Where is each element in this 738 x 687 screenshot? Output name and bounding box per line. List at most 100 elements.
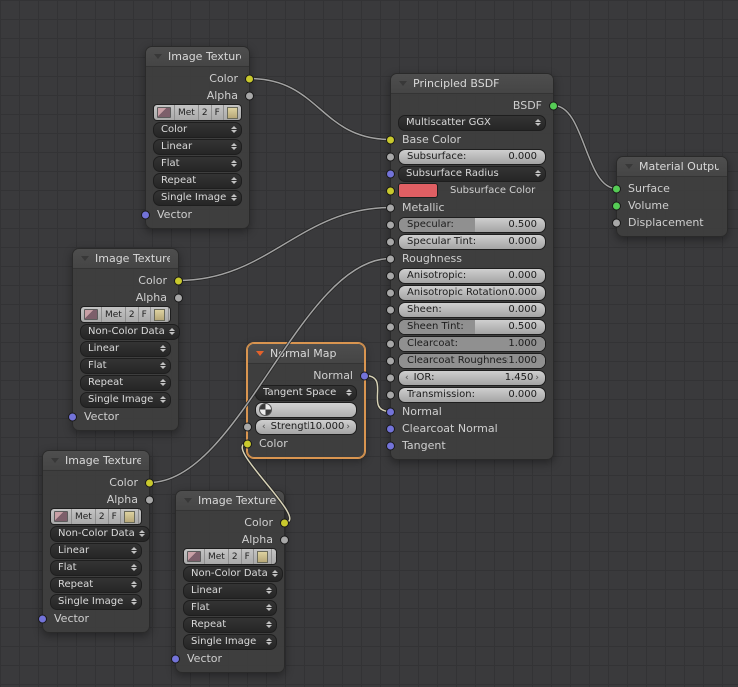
image-name-button[interactable]: Met xyxy=(72,509,96,524)
base-color-input-socket[interactable] xyxy=(386,135,395,144)
surface-input-socket[interactable] xyxy=(612,184,621,193)
metallic-input-socket[interactable] xyxy=(386,203,395,212)
slider-subsurface[interactable]: Subsurface: 0.000 xyxy=(398,148,546,165)
subsurface-color-swatch[interactable] xyxy=(398,183,438,198)
increment-arrow-icon[interactable]: › xyxy=(344,420,352,434)
strength-input-socket[interactable] xyxy=(243,422,252,431)
image-name-button[interactable]: Met xyxy=(102,307,126,322)
dropdown-projection[interactable]: Flat xyxy=(153,155,242,172)
image-fake-user-button[interactable]: F xyxy=(138,307,151,322)
displacement-input-socket[interactable] xyxy=(612,218,621,227)
volume-input-socket[interactable] xyxy=(612,201,621,210)
collapse-triangle-icon[interactable] xyxy=(154,54,162,59)
dropdown-color-space[interactable]: Color xyxy=(153,121,242,138)
alpha-output-socket[interactable] xyxy=(280,535,289,544)
dropdown-color-space[interactable]: Non-Color Data xyxy=(80,323,180,340)
node-principled-bsdf[interactable]: Principled BSDF BSDF Multiscatter GGX Base … xyxy=(386,73,558,460)
dropdown-projection[interactable]: Flat xyxy=(50,559,142,576)
dropdown-projection[interactable]: Flat xyxy=(80,357,171,374)
collapse-triangle-icon[interactable] xyxy=(51,458,59,463)
decrement-arrow-icon[interactable]: ‹ xyxy=(260,420,268,434)
image-name-button[interactable]: Met xyxy=(175,105,199,120)
alpha-output-socket[interactable] xyxy=(174,293,183,302)
node-header[interactable]: Image Texture xyxy=(146,47,249,67)
node-image-texture-4[interactable]: Image Texture Color Alpha Met2F ✕ Non-Color D… xyxy=(171,490,289,673)
vector-input-socket[interactable] xyxy=(38,614,47,623)
image-unlink-button[interactable]: ✕ xyxy=(168,307,170,322)
vector-input-socket[interactable] xyxy=(171,654,180,663)
node-image-texture-3[interactable]: Image Texture Color Alpha Met2F ✕Non-Color D… xyxy=(38,450,154,633)
dropdown-interpolation[interactable]: Linear xyxy=(183,582,277,599)
node-header[interactable]: Normal Map xyxy=(248,344,364,364)
image-fake-user-button[interactable]: F xyxy=(241,549,254,564)
specular-input-socket[interactable] xyxy=(386,220,395,229)
node-image-texture-1[interactable]: Image Texture Color Alpha Met2F✕ Color Linear… xyxy=(141,46,254,229)
collapse-triangle-icon[interactable] xyxy=(399,81,407,86)
dropdown-extension[interactable]: Repeat xyxy=(183,616,277,633)
dropdown-source[interactable]: Single Image xyxy=(50,593,142,610)
node-material-output[interactable]: Material Output Surface Volume Displacement xyxy=(612,156,728,237)
image-new-button[interactable] xyxy=(253,549,272,564)
slider-clearcoat-roughness[interactable]: Clearcoat Roughness: 1.000 xyxy=(398,352,546,369)
subsurface-radius-input-socket[interactable] xyxy=(386,169,395,178)
dropdown-distribution[interactable]: Multiscatter GGX xyxy=(398,114,546,131)
uv-map-field[interactable] xyxy=(255,401,357,418)
color-output-socket[interactable] xyxy=(174,276,183,285)
slider-specular-tint[interactable]: Specular Tint: 0.000 xyxy=(398,233,546,250)
dropdown-interpolation[interactable]: Linear xyxy=(50,542,142,559)
image-new-button[interactable] xyxy=(223,105,241,120)
color-output-socket[interactable] xyxy=(245,74,254,83)
node-header[interactable]: Image Texture xyxy=(73,249,178,269)
slider-specular[interactable]: Specular: 0.500 xyxy=(398,216,546,233)
anisotropic-input-socket[interactable] xyxy=(386,271,395,280)
dropdown-space[interactable]: Tangent Space xyxy=(255,384,357,401)
image-users-button[interactable]: 2 xyxy=(198,105,212,120)
node-header[interactable]: Principled BSDF xyxy=(391,74,553,94)
sheen-tint-input-socket[interactable] xyxy=(386,322,395,331)
color-input-socket[interactable] xyxy=(243,439,252,448)
dropdown-source[interactable]: Single Image xyxy=(183,633,277,650)
dropdown-subsurface-radius[interactable]: Subsurface Radius xyxy=(398,165,546,182)
collapse-triangle-icon[interactable] xyxy=(81,256,89,261)
anisotropic-rotation-input-socket[interactable] xyxy=(386,288,395,297)
image-unlink-button[interactable]: ✕ xyxy=(271,549,276,564)
dropdown-extension[interactable]: Repeat xyxy=(153,172,242,189)
increment-arrow-icon[interactable]: › xyxy=(533,371,541,385)
color-output-socket[interactable] xyxy=(280,518,289,527)
vector-input-socket[interactable] xyxy=(141,210,150,219)
slider-sheen-tint[interactable]: Sheen Tint: 0.500 xyxy=(398,318,546,335)
slider-anisotropic-rotation[interactable]: Anisotropic Rotation: 0.000 xyxy=(398,284,546,301)
dropdown-interpolation[interactable]: Linear xyxy=(80,340,171,357)
subsurface-input-socket[interactable] xyxy=(386,152,395,161)
dropdown-extension[interactable]: Repeat xyxy=(80,374,171,391)
collapse-triangle-icon[interactable] xyxy=(184,498,192,503)
image-browse-button[interactable] xyxy=(51,509,72,524)
slider-transmission[interactable]: Transmission: 0.000 xyxy=(398,386,546,403)
image-users-button[interactable]: 2 xyxy=(228,549,242,564)
clearcoat-input-socket[interactable] xyxy=(386,339,395,348)
dropdown-color-space[interactable]: Non-Color Data xyxy=(50,525,150,542)
node-header[interactable]: Material Output xyxy=(617,157,727,177)
specular-tint-input-socket[interactable] xyxy=(386,237,395,246)
alpha-output-socket[interactable] xyxy=(145,495,154,504)
image-unlink-button[interactable]: ✕ xyxy=(138,509,141,524)
dropdown-source[interactable]: Single Image xyxy=(153,189,242,206)
image-browse-button[interactable] xyxy=(81,307,102,322)
slider-clearcoat[interactable]: Clearcoat: 1.000 xyxy=(398,335,546,352)
bsdf-output-socket[interactable] xyxy=(549,101,558,110)
number-field-ior[interactable]: ‹ IOR: 1.450 › xyxy=(398,369,546,386)
node-header[interactable]: Image Texture xyxy=(176,491,284,511)
tangent-input-socket[interactable] xyxy=(386,441,395,450)
decrement-arrow-icon[interactable]: ‹ xyxy=(403,371,411,385)
image-fake-user-button[interactable]: F xyxy=(211,105,224,120)
subsurface-color-input-socket[interactable] xyxy=(386,186,395,195)
image-browse-button[interactable] xyxy=(154,105,175,120)
node-editor-canvas[interactable]: Image TextureColorAlphaMet2F✕ColorLinear… xyxy=(0,0,738,687)
image-browse-button[interactable] xyxy=(184,549,205,564)
slider-sheen[interactable]: Sheen: 0.000 xyxy=(398,301,546,318)
vector-input-socket[interactable] xyxy=(68,412,77,421)
clearcoat-roughness-input-socket[interactable] xyxy=(386,356,395,365)
node-image-texture-2[interactable]: Image Texture Color Alpha Met2F ✕Non-Color D… xyxy=(68,248,183,431)
number-field-strength[interactable]: ‹Strength:10.000› xyxy=(255,418,357,435)
sheen-input-socket[interactable] xyxy=(386,305,395,314)
